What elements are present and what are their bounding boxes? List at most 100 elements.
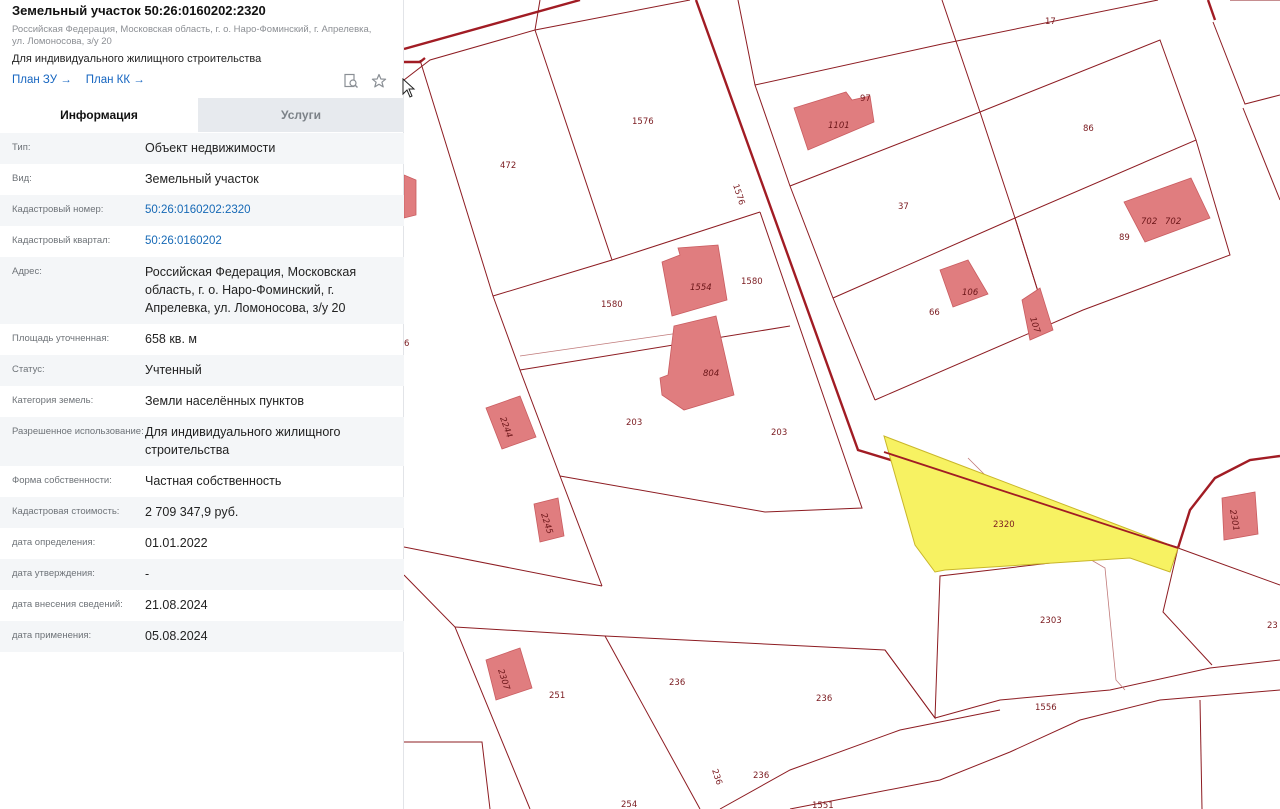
info-value: - — [145, 567, 150, 581]
parcel-label: 6 — [404, 339, 409, 349]
parcel-label: 203 — [626, 418, 642, 428]
info-value: Земельный участок — [145, 172, 259, 186]
object-address-subtitle: Российская Федерация, Московская область… — [12, 24, 372, 47]
cadastral-map[interactable]: 17 97 1101 86 1576 472 1576 37 89 702 70… — [404, 0, 1280, 809]
parcel-boundary — [519, 325, 791, 371]
info-row-type: Тип: Объект недвижимости — [0, 133, 404, 164]
info-value: Объект недвижимости — [145, 141, 276, 155]
info-label: Разрешенное использование: — [12, 426, 144, 437]
parcel-boundary — [884, 547, 1179, 720]
building[interactable] — [404, 174, 417, 219]
selected-parcel-label: 2320 — [993, 520, 1015, 530]
info-label: дата внесения сведений: — [12, 599, 123, 610]
info-label: Кадастровая стоимость: — [12, 506, 120, 517]
info-value: 01.01.2022 — [145, 536, 208, 550]
parcel-label: 37 — [898, 202, 909, 212]
parcel-label: 1576 — [632, 117, 654, 127]
buildings — [404, 91, 1259, 701]
building[interactable] — [1123, 177, 1211, 243]
info-row-cadastral-cost: Кадастровая стоимость: 2 709 347,9 руб. — [0, 497, 404, 528]
plan-zu-link[interactable]: План ЗУ → — [12, 74, 72, 86]
parcel-label: 1580 — [601, 300, 623, 310]
parcel-boundary — [1199, 699, 1203, 809]
building[interactable] — [659, 315, 735, 411]
info-row-date-determination: дата определения: 01.01.2022 — [0, 528, 404, 559]
parcel-label: 254 — [621, 800, 637, 809]
info-row-permitted-use: Разрешенное использование: Для индивидуал… — [0, 417, 404, 466]
parcel-label: 251 — [549, 691, 565, 701]
parcel-boundary — [737, 0, 876, 401]
info-row-status: Статус: Учтенный — [0, 355, 404, 386]
info-label: Адрес: — [12, 266, 42, 277]
building[interactable] — [485, 647, 533, 701]
parcel-label: 23 — [1267, 621, 1278, 631]
parcel-label: 1576 — [730, 183, 746, 207]
cadastral-number-link[interactable]: 50:26:0160202:2320 — [145, 201, 395, 219]
parcel-label: 236 — [816, 694, 832, 704]
parcel-boundary — [404, 546, 603, 587]
parcel-label: 1551 — [812, 801, 834, 809]
building[interactable] — [661, 244, 728, 317]
parcel-label: 89 — [1119, 233, 1130, 243]
plan-kk-link[interactable]: План КК → — [86, 74, 145, 86]
building[interactable] — [939, 259, 989, 308]
info-label: дата утверждения: — [12, 568, 95, 579]
parcel-label: 2303 — [1040, 616, 1062, 626]
parcel-boundary — [419, 59, 603, 587]
parcel-label: 472 — [500, 161, 516, 171]
tab-services[interactable]: Услуги — [198, 98, 404, 132]
info-row-date-entry: дата внесения сведений: 21.08.2024 — [0, 590, 404, 621]
search-document-icon[interactable] — [343, 73, 359, 89]
parcel-label: 1556 — [1035, 703, 1057, 713]
building-label: 1101 — [828, 121, 850, 131]
info-row-land-category: Категория земель: Земли населённых пункто… — [0, 386, 404, 417]
quarter-boundary — [404, 57, 426, 64]
building[interactable] — [1221, 491, 1259, 541]
cadastral-quarter-link[interactable]: 50:26:0160202 — [145, 232, 395, 250]
info-value: 21.08.2024 — [145, 598, 208, 612]
object-info-panel: Земельный участок 50:26:0160202:2320 Рос… — [0, 0, 404, 809]
info-label: Кадастровый номер: — [12, 204, 104, 215]
panel-actions — [343, 73, 387, 89]
info-label: Статус: — [12, 364, 45, 375]
info-label: дата определения: — [12, 537, 96, 548]
parcel-boundary — [404, 741, 491, 809]
info-label: Вид: — [12, 173, 32, 184]
info-row-date-application: дата применения: 05.08.2024 — [0, 621, 404, 652]
parcel-boundary — [1212, 21, 1280, 105]
info-label: Форма собственности: — [12, 475, 112, 486]
building-label: 804 — [703, 369, 719, 379]
map-canvas[interactable]: 17 97 1101 86 1576 472 1576 37 89 702 70… — [404, 0, 1280, 809]
info-row-kind: Вид: Земельный участок — [0, 164, 404, 195]
parcel-label: 236 — [669, 678, 685, 688]
object-title: Земельный участок 50:26:0160202:2320 — [12, 3, 266, 18]
mouse-cursor-icon — [402, 78, 416, 98]
parcel-boundary — [604, 635, 936, 719]
info-value: 2 709 347,9 руб. — [145, 505, 239, 519]
info-value: Российская Федерация, Московская область… — [145, 265, 357, 315]
building-label: 702 — [1165, 217, 1181, 227]
tab-information[interactable]: Информация — [0, 98, 198, 132]
info-label: Кадастровый квартал: — [12, 235, 111, 246]
parcel-boundary — [934, 659, 1280, 719]
building-label: 1554 — [690, 283, 712, 293]
info-row-ownership: Форма собственности: Частная собственност… — [0, 466, 404, 497]
building[interactable] — [485, 395, 537, 450]
building-label: 106 — [962, 288, 979, 298]
info-row-cadastral-number: Кадастровый номер: 50:26:0160202:2320 — [0, 195, 404, 226]
info-row-date-approval: дата утверждения: - — [0, 559, 404, 590]
info-row-address: Адрес: Российская Федерация, Московская о… — [0, 257, 404, 324]
info-value: 05.08.2024 — [145, 629, 208, 643]
quarter-boundary — [1206, 0, 1217, 21]
info-value: Частная собственность — [145, 474, 282, 488]
parcel-boundary — [404, 0, 541, 81]
star-icon[interactable] — [371, 73, 387, 89]
info-value: Земли населённых пунктов — [145, 394, 304, 408]
building-label: 702 — [1141, 217, 1157, 227]
parcel-label: 66 — [929, 308, 940, 318]
info-label: Категория земель: — [12, 395, 94, 406]
selected-parcel-2320[interactable] — [883, 435, 1179, 573]
panel-tabs: Информация Услуги — [0, 98, 404, 132]
parcel-boundary — [1177, 547, 1280, 586]
parcel-label: 97 — [860, 94, 871, 104]
